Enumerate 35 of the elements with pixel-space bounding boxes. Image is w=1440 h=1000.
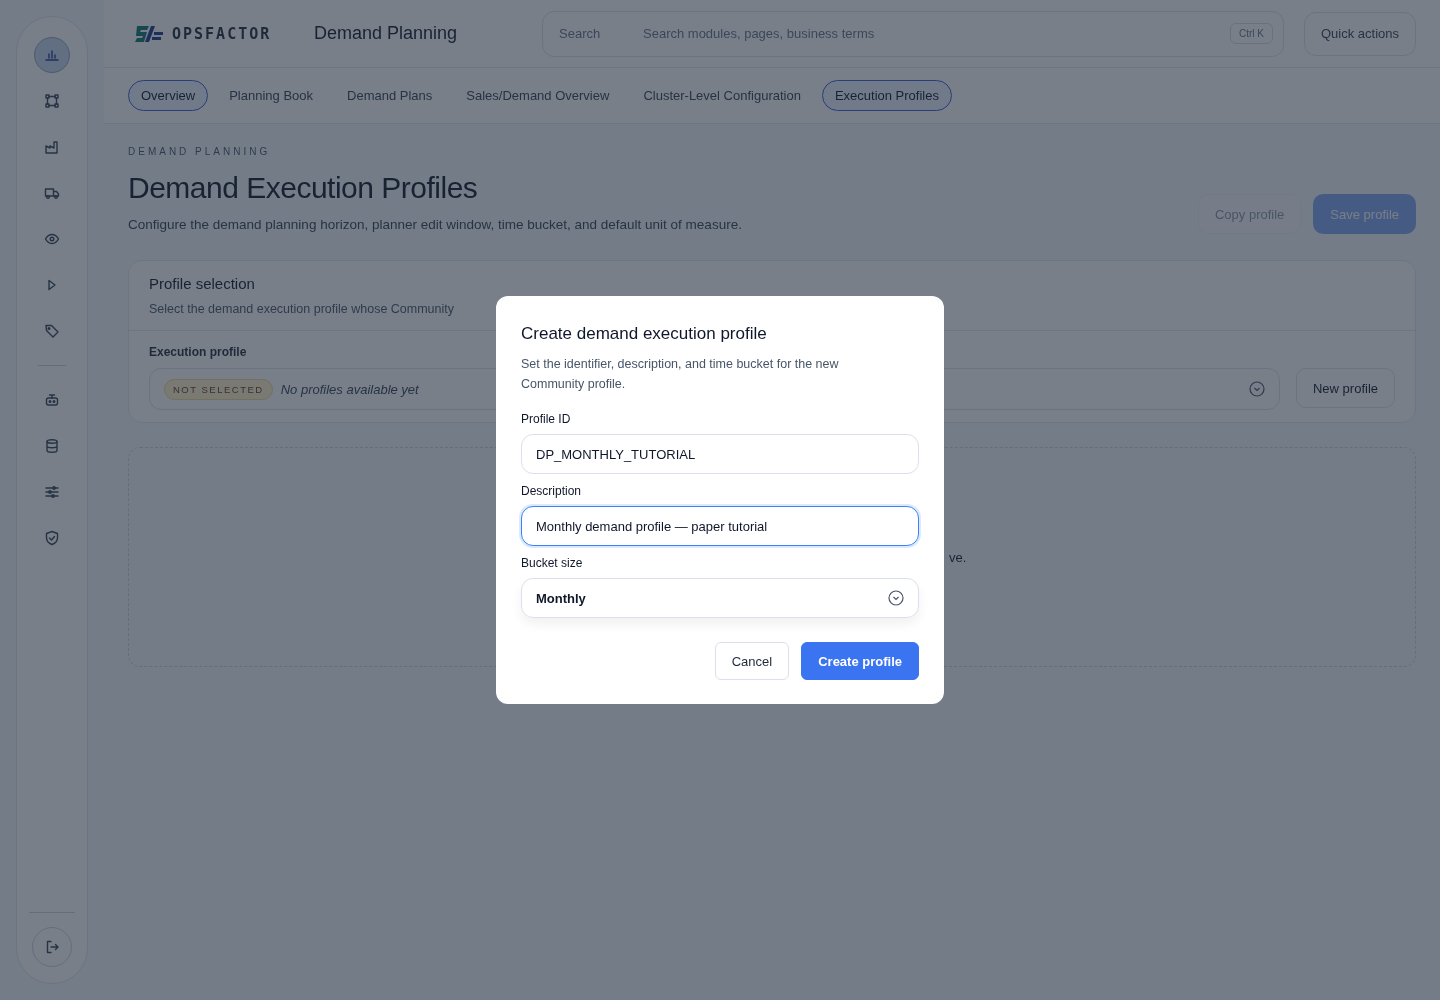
page-subtitle: Configure the demand planning horizon, planner edit window, time bucket, and default unit of measure. xyxy=(128,217,742,232)
search-field[interactable]: Search modules, pages, business terms xyxy=(641,25,1218,42)
tab[interactable]: Planning Book xyxy=(216,80,327,111)
create-button[interactable]: Create profile xyxy=(801,642,919,680)
new-profile-button[interactable]: New profile xyxy=(1295,368,1395,408)
cancel-button[interactable]: Cancel xyxy=(714,642,790,680)
breadcrumb: DEMAND PLANNING xyxy=(128,146,272,157)
field-label: Profile ID xyxy=(521,412,572,426)
bucket-size-select[interactable]: Monthly xyxy=(521,578,919,618)
tab[interactable]: Demand Plans xyxy=(334,80,446,111)
dialog-title: Create demand execution profile xyxy=(521,324,768,344)
card-title: Profile selection xyxy=(149,275,256,292)
tab[interactable]: Execution Profiles xyxy=(821,80,952,111)
tab[interactable]: Overview xyxy=(128,80,209,111)
chevron-down-icon xyxy=(888,590,904,606)
search-box[interactable]: Search Search modules, pages, business terms Ctrl K xyxy=(542,10,1284,57)
card-description: Select the demand execution profile whose Community xyxy=(149,302,456,316)
dialog-description: Set the identifier, description, and time bucket for the new Community profile. xyxy=(521,356,840,393)
field-label: Description xyxy=(521,484,583,498)
search-label: Search xyxy=(559,26,602,41)
tab[interactable]: Sales/Demand Overview xyxy=(453,80,623,111)
status-badge: NOT SELECTED xyxy=(164,378,273,400)
field-label: Execution profile xyxy=(149,345,248,359)
page-title: Demand Execution Profiles xyxy=(128,171,479,205)
app-title: Demand Planning xyxy=(314,23,459,44)
logo-text: OPSFACTOR xyxy=(172,24,272,43)
empty-state-text: ve. xyxy=(949,549,967,565)
field-label: Bucket size xyxy=(521,556,584,570)
shortcut-hint: Ctrl K xyxy=(1229,23,1273,44)
input-field[interactable]: DP_MONTHLY_TUTORIAL xyxy=(521,434,919,474)
quick-actions-button[interactable]: Quick actions xyxy=(1303,11,1416,56)
chevron-down-icon xyxy=(1248,381,1265,397)
tab[interactable]: Cluster-Level Configuration xyxy=(630,80,814,111)
bar-chart-icon[interactable] xyxy=(34,37,70,73)
input-field[interactable]: Monthly demand profile — paper tutorial xyxy=(521,506,919,546)
